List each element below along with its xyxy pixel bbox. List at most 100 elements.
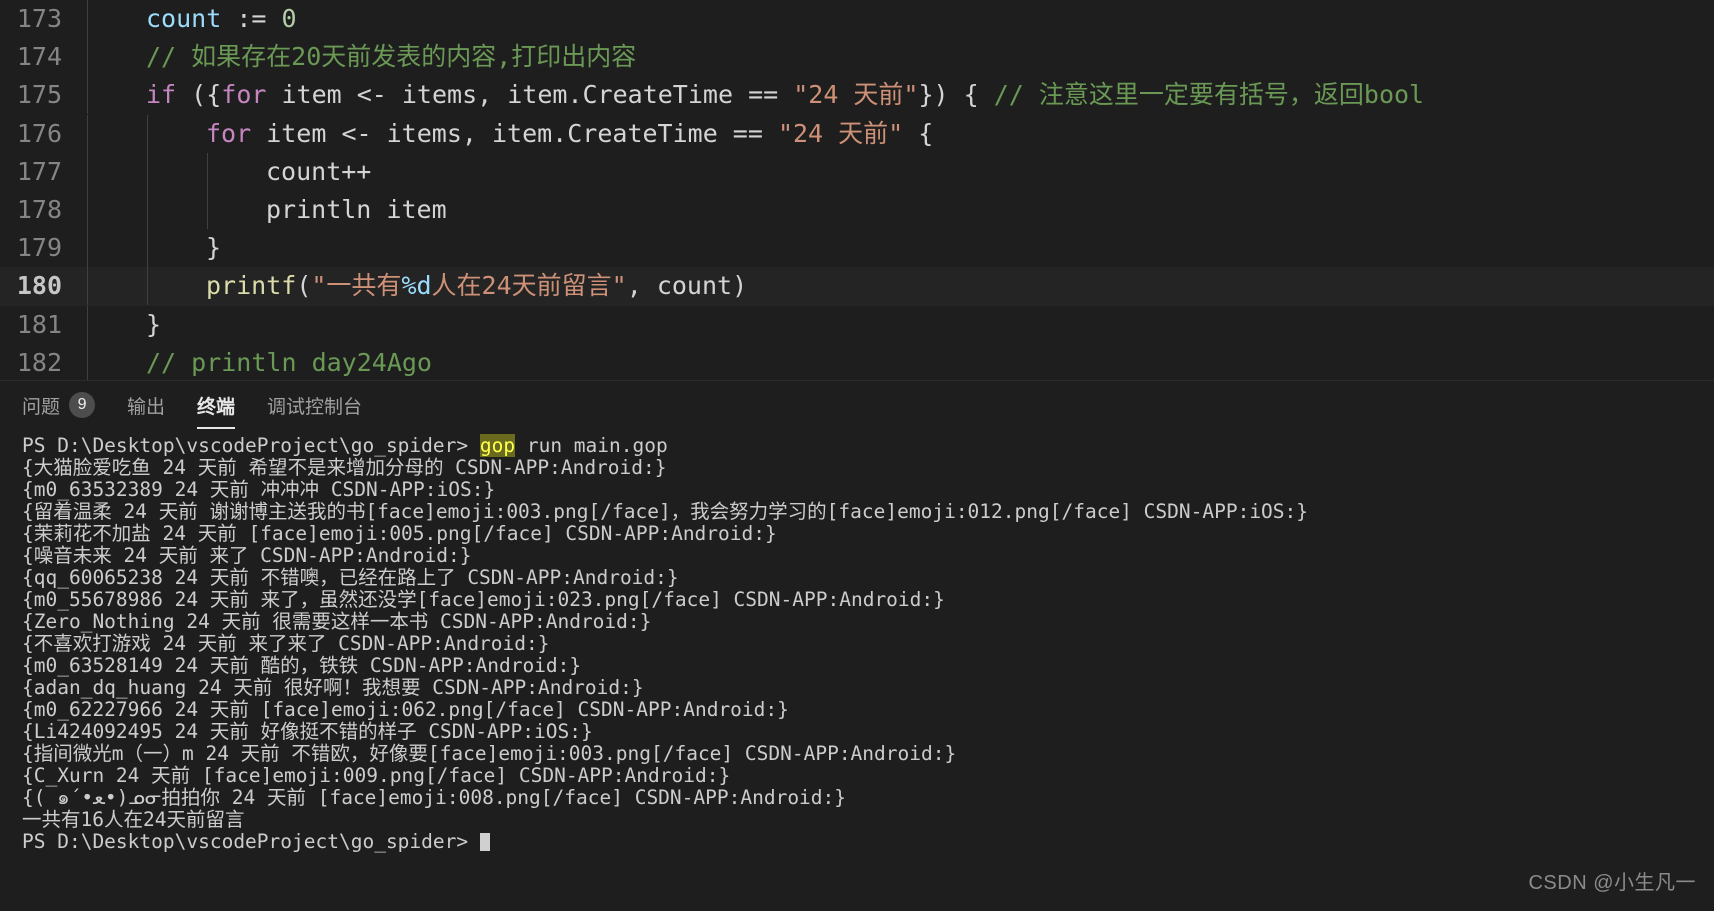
vscode-window: 173 count := 0 174// 如果存在20天前发表的内容,打印出内容 17… xyxy=(0,0,1714,911)
code-token: 0 xyxy=(281,4,297,33)
indent-guide xyxy=(147,267,148,306)
indent-guides xyxy=(86,114,206,153)
terminal-output[interactable]: PS D:\Desktop\vscodeProject\go_spider> g… xyxy=(0,429,1714,911)
terminal-final-prompt-line: PS D:\Desktop\vscodeProject\go_spider> xyxy=(22,831,1714,853)
terminal-line: {不喜欢打游戏 24 天前 来了来了 CSDN-APP:Android:} xyxy=(22,632,550,655)
terminal-command-args: run main.gop xyxy=(515,434,668,457)
code-token: 人在24天前留言" xyxy=(431,271,627,301)
indent-guide xyxy=(147,114,148,153)
indent-guide xyxy=(87,0,88,39)
terminal-command-line: PS D:\Desktop\vscodeProject\go_spider> g… xyxy=(22,434,1714,457)
code-line-text: count := 0 xyxy=(146,0,297,38)
indent-guides xyxy=(86,0,146,39)
indent-guides xyxy=(86,191,266,230)
indent-guide xyxy=(87,76,88,115)
line-number: 180 xyxy=(16,271,62,301)
code-line[interactable]: 181} xyxy=(0,305,1714,344)
indent-guides xyxy=(86,229,206,268)
code-line-text: printf("一共有%d人在24天前留言", count) xyxy=(206,267,747,305)
code-token: "一共有 xyxy=(311,271,402,301)
indent-guides xyxy=(86,76,146,115)
code-token: count++ xyxy=(266,156,372,186)
indent-guides xyxy=(86,267,206,306)
panel-tab-label: 输出 xyxy=(127,396,166,418)
code-token: count xyxy=(146,4,222,33)
code-token: } xyxy=(146,309,162,339)
code-token: { xyxy=(903,118,934,148)
terminal-line: {( ๑´•ﻌ•)ᓄᓂ拍拍你 24 天前 [face]emoji:008.png… xyxy=(22,786,847,809)
line-number: 174 xyxy=(16,42,62,72)
panel-tab-bar[interactable]: 问题 9 输出 终端 调试控制台 xyxy=(0,381,1714,429)
line-number: 173 xyxy=(16,4,62,33)
code-lines-container[interactable]: 173 count := 0 174// 如果存在20天前发表的内容,打印出内容 17… xyxy=(0,0,1714,380)
terminal-line: {C_Xurn 24 天前 [face]emoji:009.png[/face]… xyxy=(22,764,731,787)
panel-tab-2[interactable]: 输出 xyxy=(127,381,165,429)
code-token: if xyxy=(146,80,177,110)
code-line[interactable]: 173 count := 0 xyxy=(0,0,1714,39)
indent-guide xyxy=(87,152,88,191)
code-token: printf xyxy=(206,271,297,301)
panel-tab-4[interactable]: 调试控制台 xyxy=(267,381,362,429)
terminal-line: {大猫脸爱吃鱼 24 天前 希望不是来增加分母的 CSDN-APP:Androi… xyxy=(22,456,667,479)
panel-tab-1[interactable]: 问题 9 xyxy=(22,381,96,429)
terminal-search-highlight: gop xyxy=(479,434,516,457)
code-line[interactable]: 177 count++ xyxy=(0,152,1714,191)
terminal-cursor xyxy=(479,833,490,851)
panel-tab-label: 问题 xyxy=(22,396,61,418)
code-token: "24 天前" xyxy=(777,118,904,148)
terminal-line: {茉莉花不加盐 24 天前 [face]emoji:005.png[/face]… xyxy=(22,522,777,545)
code-token: count xyxy=(656,271,733,301)
code-token: item <- items, item.CreateTime == xyxy=(266,80,794,110)
code-line[interactable]: 176 for item <- items, item.CreateTime ==… xyxy=(0,114,1714,153)
terminal-line: {qq_60065238 24 天前 不错噢，已经在路上了 CSDN-APP:A… xyxy=(22,566,679,589)
terminal-prompt: PS D:\Desktop\vscodeProject\go_spider> xyxy=(22,830,469,853)
terminal-line: {m0_55678986 24 天前 来了，虽然还没学[face]emoji:0… xyxy=(22,588,945,611)
code-token: for xyxy=(206,118,252,148)
indent-guide xyxy=(87,305,88,344)
indent-guide xyxy=(207,152,208,191)
code-line[interactable]: 178 println item xyxy=(0,191,1714,230)
code-token: } xyxy=(206,233,222,263)
indent-guides xyxy=(86,343,146,380)
code-line[interactable]: 175 if ({for item <- items, item.CreateTi… xyxy=(0,76,1714,115)
code-token: %d xyxy=(401,271,432,301)
indent-guide xyxy=(87,191,88,230)
code-token: }) { xyxy=(918,80,994,110)
indent-guide xyxy=(147,229,148,268)
code-token: // 注意这里一定要有括号，返回bool xyxy=(993,80,1425,110)
bottom-panel: 问题 9 输出 终端 调试控制台 PS D:\Desktop\vscodeProject… xyxy=(0,380,1714,911)
code-editor[interactable]: 173 count := 0 174// 如果存在20天前发表的内容,打印出内容 17… xyxy=(0,0,1714,380)
indent-guide xyxy=(87,114,88,153)
terminal-line: {留着温柔 24 天前 谢谢博主送我的书[face]emoji:003.png[… xyxy=(22,500,1309,523)
terminal-line: {噪音未来 24 天前 来了 CSDN-APP:Android:} xyxy=(22,544,472,567)
code-token: item <- items, item.CreateTime == xyxy=(251,118,778,148)
code-token: println item xyxy=(266,194,447,224)
code-token: := xyxy=(221,4,282,33)
terminal-line: {指间微光m（一）m 24 天前 不错欧，好像要[face]emoji:003.… xyxy=(22,742,957,765)
code-line-text: for item <- items, item.CreateTime == "2… xyxy=(206,115,933,153)
terminal-line: {m0_63528149 24 天前 酷的，铁铁 CSDN-APP:Androi… xyxy=(22,654,582,677)
watermark: CSDN @小生凡一 xyxy=(1528,872,1696,894)
code-line-text: println item xyxy=(266,191,447,229)
code-token: , xyxy=(626,271,657,301)
line-number: 175 xyxy=(16,80,62,110)
code-token: for xyxy=(221,80,267,110)
terminal-prompt: PS D:\Desktop\vscodeProject\go_spider> xyxy=(22,434,469,457)
code-token: ({ xyxy=(176,80,222,110)
code-line[interactable]: 182 // println day24Ago xyxy=(0,343,1714,380)
code-line-text: if ({for item <- items, item.CreateTime … xyxy=(146,76,1424,114)
line-number: 181 xyxy=(16,309,62,339)
indent-guides xyxy=(86,152,266,191)
indent-guide xyxy=(87,267,88,306)
terminal-line: {Zero_Nothing 24 天前 很需要这样一本书 CSDN-APP:An… xyxy=(22,610,652,633)
problems-count-badge: 9 xyxy=(69,392,96,418)
line-number: 176 xyxy=(16,118,62,148)
code-token: // 如果存在20天前发表的内容,打印出内容 xyxy=(146,42,637,72)
indent-guide xyxy=(87,229,88,268)
panel-tab-3[interactable]: 终端 xyxy=(197,381,236,429)
code-line[interactable]: 180 printf("一共有%d人在24天前留言", count) xyxy=(0,267,1714,306)
code-line[interactable]: 174 // 如果存在20天前发表的内容,打印出内容 xyxy=(0,38,1714,77)
code-line[interactable]: 179} xyxy=(0,229,1714,268)
terminal-line: {m0_63532389 24 天前 冲冲冲 CSDN-APP:iOS:} xyxy=(22,478,496,501)
indent-guide xyxy=(207,191,208,230)
